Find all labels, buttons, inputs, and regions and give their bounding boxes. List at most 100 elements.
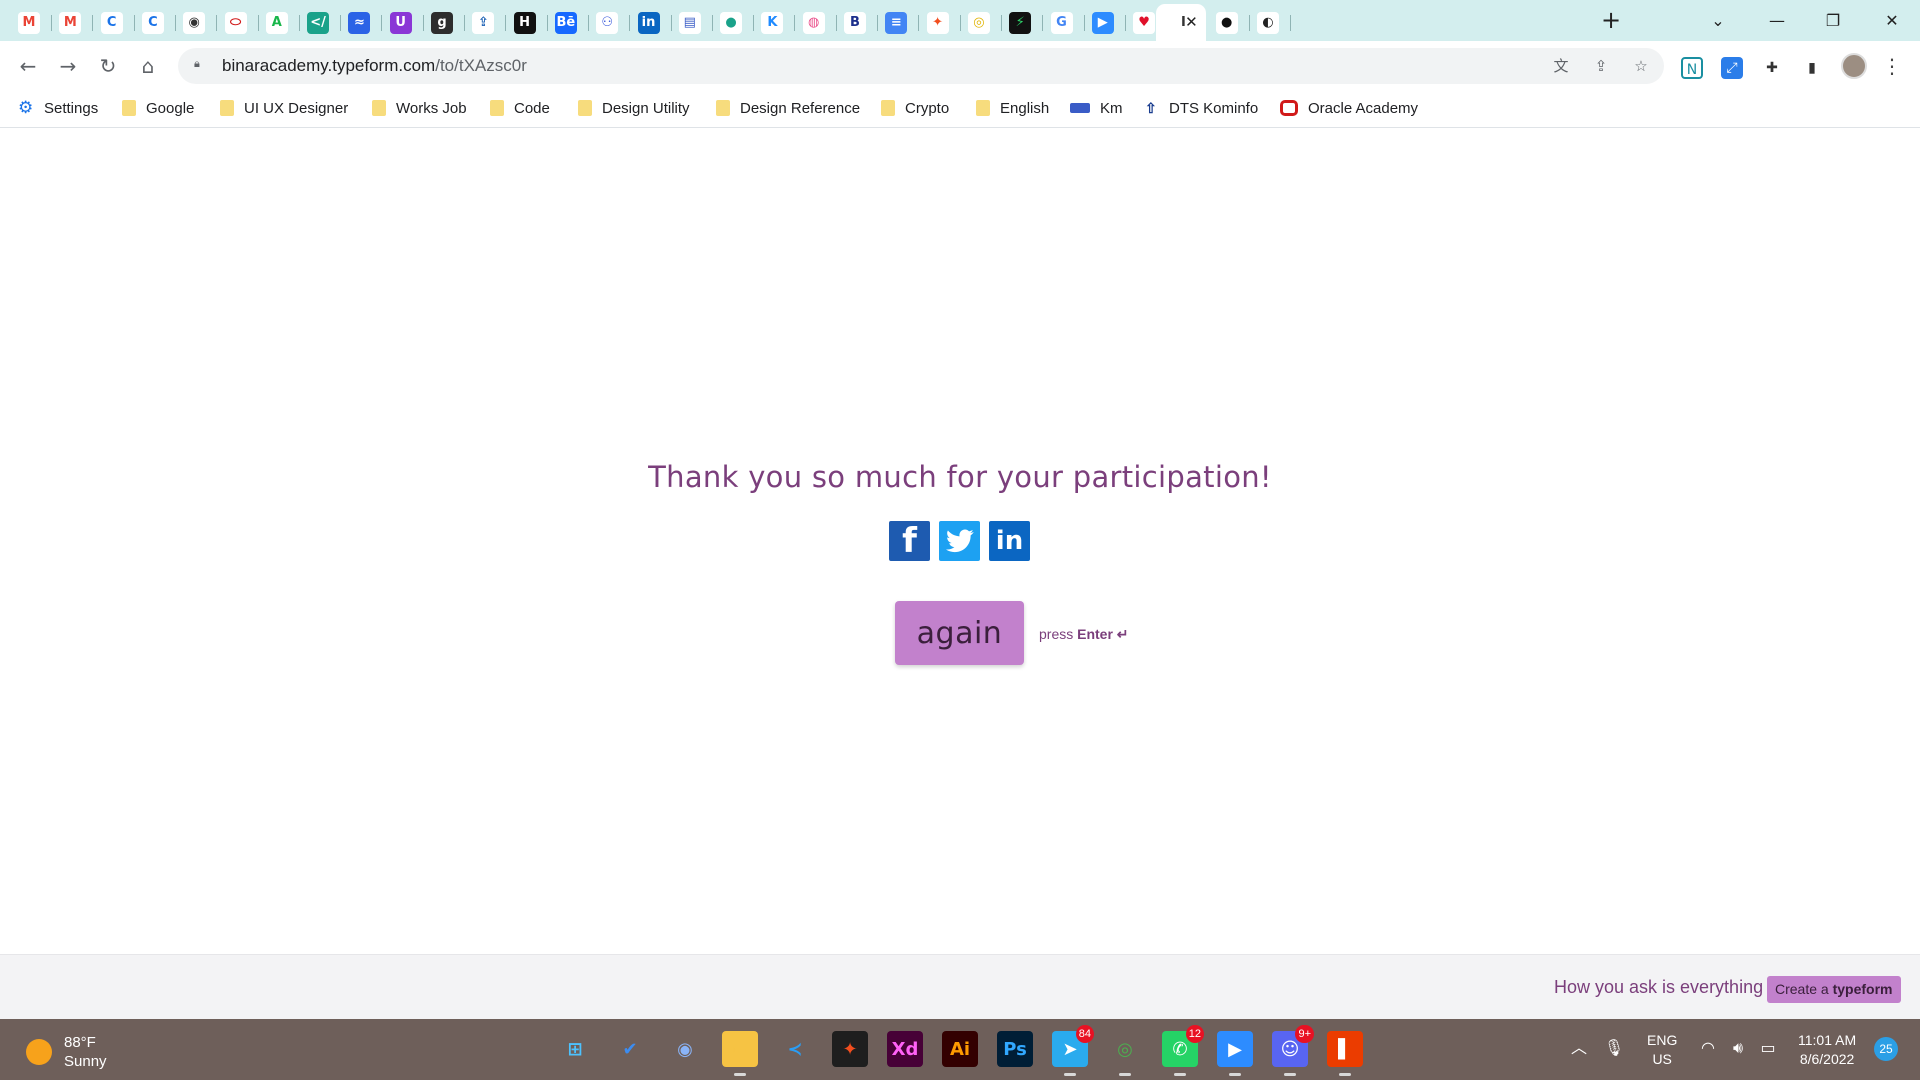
wifi-icon[interactable]: ◠ <box>1697 1037 1719 1059</box>
twitter-share-icon[interactable] <box>939 521 980 561</box>
address-bar[interactable]: 🔒︎ binaracademy.typeform.com/to/tXAzsc0r… <box>178 48 1664 84</box>
notification-count-badge[interactable]: 25 <box>1874 1037 1898 1061</box>
folder-icon <box>122 100 136 116</box>
office-icon[interactable]: ▌ <box>1327 1031 1363 1076</box>
bookmark-item[interactable]: Works Job <box>372 96 467 120</box>
chrome-icon[interactable]: ◎ <box>1107 1031 1143 1076</box>
close-tab-icon[interactable]: ✕ <box>1182 13 1200 31</box>
zoom-icon[interactable]: ▶ <box>1217 1031 1253 1076</box>
chevron-up-icon[interactable]: ︿ <box>1568 1037 1590 1059</box>
translate-icon[interactable]: 文 <box>1550 55 1572 77</box>
todo-icon[interactable]: ✔ <box>612 1031 648 1067</box>
bookmark-item[interactable]: Oracle Academy <box>1280 96 1418 120</box>
a-logo-icon: A <box>265 11 288 34</box>
folder-icon <box>976 100 990 116</box>
home-button[interactable]: ⌂ <box>132 50 164 82</box>
camera-icon[interactable]: ◉ <box>667 1031 703 1067</box>
linkedin-share-icon[interactable]: in <box>989 521 1030 561</box>
press-enter-hint: press Enter ↵ <box>1039 626 1129 643</box>
bookmark-item[interactable]: Km <box>1070 96 1123 120</box>
people-icon: ⚇ <box>596 11 619 34</box>
bookmark-star-icon[interactable]: ☆ <box>1630 55 1652 77</box>
figma-icon: ✦ <box>926 11 949 34</box>
clock-time: 11:01 AM <box>1798 1032 1857 1048</box>
whatsapp-icon[interactable]: ✆ 12 <box>1162 1025 1204 1076</box>
browser-tab[interactable]: ◐ <box>1241 4 1291 41</box>
running-indicator <box>1339 1073 1351 1076</box>
maximize-button[interactable]: ❐ <box>1805 0 1861 41</box>
back-button[interactable]: ← <box>12 50 44 82</box>
running-indicator <box>734 1073 746 1076</box>
google-docs-icon: ≡ <box>885 11 908 34</box>
reload-button[interactable]: ↻ <box>92 50 124 82</box>
url-text: binaracademy.typeform.com/to/tXAzsc0r <box>222 56 527 76</box>
side-panel-icon[interactable]: ▮ <box>1801 57 1823 79</box>
bookmark-item[interactable]: Google <box>122 96 194 120</box>
extension-n-icon[interactable]: N <box>1681 57 1703 79</box>
figma-icon[interactable]: ✦ <box>832 1031 868 1067</box>
bookmark-item[interactable]: Design Reference <box>716 96 860 120</box>
extensions-puzzle-icon[interactable]: ✚ <box>1761 57 1783 79</box>
heart-icon: ♥ <box>1133 11 1156 34</box>
zoom-icon: ▶ <box>1091 11 1114 34</box>
language-indicator[interactable]: ENG US <box>1647 1031 1677 1069</box>
bookmark-item[interactable]: Design Utility <box>578 96 690 120</box>
unread-badge: 12 <box>1185 1025 1204 1043</box>
bookmark-item[interactable]: Code <box>490 96 550 120</box>
google-icon: G <box>1050 11 1073 34</box>
flag-icon: ▤ <box>678 11 701 34</box>
hackernoon-icon: H <box>513 11 536 34</box>
tab-separator <box>1290 15 1291 31</box>
bookmark-item[interactable]: ⇧ DTS Kominfo <box>1145 96 1258 120</box>
weather-condition: Sunny <box>64 1053 107 1070</box>
forward-button[interactable]: → <box>52 50 84 82</box>
bookmark-label: Works Job <box>396 99 467 117</box>
vscode-icon[interactable]: ≺ <box>777 1031 813 1067</box>
bookmark-item[interactable]: Crypto <box>881 96 949 120</box>
battery-icon[interactable]: ▭ <box>1757 1037 1779 1059</box>
new-tab-button[interactable]: + <box>1596 6 1626 36</box>
bookmark-label: Oracle Academy <box>1308 99 1419 117</box>
bookmark-item[interactable]: UI UX Designer <box>220 96 348 120</box>
browser-menu-icon[interactable]: ⋮ <box>1882 53 1902 79</box>
purple-u-icon: U <box>389 11 412 34</box>
upload-icon: ⇪ <box>472 11 495 34</box>
tab-search-icon[interactable]: ⌄ <box>1690 0 1746 41</box>
bookmark-label: Google <box>146 99 195 117</box>
system-clock[interactable]: 11:01 AM 8/6/2022 <box>1798 1031 1856 1069</box>
extension-resize-icon[interactable]: ⤢ <box>1721 57 1743 79</box>
running-indicator <box>1064 1073 1076 1076</box>
telegram-icon[interactable]: ➤ 84 <box>1052 1025 1094 1076</box>
adobe-xd-icon[interactable]: Xd <box>887 1031 923 1067</box>
again-button[interactable]: again <box>895 601 1024 665</box>
share-icon[interactable]: ⇪ <box>1590 55 1612 77</box>
bookmark-label: Code <box>514 99 550 117</box>
bookmark-label: English <box>1000 99 1050 117</box>
behance-icon: Bē <box>554 11 577 34</box>
create-typeform-button[interactable]: Create a typeform <box>1767 976 1901 1003</box>
windows-start-icon[interactable]: ⊞ <box>557 1031 593 1067</box>
km-icon <box>1070 103 1090 113</box>
discord-icon[interactable]: ☺ 9+ <box>1272 1025 1314 1076</box>
typeform-tagline: How you ask is everything <box>1554 977 1764 997</box>
enter-key-label: Enter ↵ <box>1077 626 1129 642</box>
illustrator-icon[interactable]: Ai <box>942 1031 978 1067</box>
close-window-button[interactable]: ✕ <box>1864 0 1920 41</box>
oracle-icon <box>1280 100 1298 116</box>
microphone-icon[interactable]: 🎙︎ <box>1603 1037 1625 1059</box>
volume-icon[interactable]: 🔊︎ <box>1727 1037 1749 1059</box>
profile-avatar[interactable] <box>1841 53 1867 79</box>
bookmark-item[interactable]: English <box>976 96 1049 120</box>
bookmark-item[interactable]: ⚙ Settings <box>18 96 98 120</box>
yellow-circle-icon: ◎ <box>967 11 990 34</box>
weather-widget[interactable]: 88°F Sunny <box>26 1033 107 1071</box>
photoshop-icon[interactable]: Ps <box>997 1031 1033 1067</box>
linkedin-glyph: in <box>995 526 1024 556</box>
gmail-icon: M <box>18 11 40 34</box>
url-path: /to/tXAzsc0r <box>435 56 527 75</box>
file-explorer-icon[interactable]: ▭ <box>722 1031 758 1076</box>
running-indicator <box>1229 1073 1241 1076</box>
minimize-button[interactable]: — <box>1749 0 1805 41</box>
facebook-share-icon[interactable]: f <box>889 521 930 561</box>
twitter-bird-icon <box>945 529 974 553</box>
